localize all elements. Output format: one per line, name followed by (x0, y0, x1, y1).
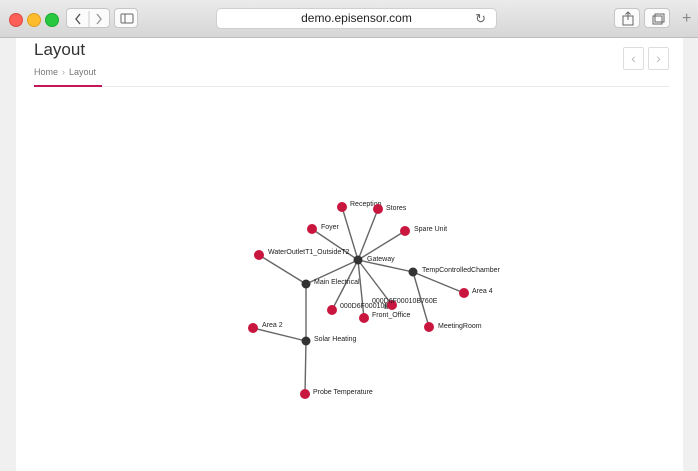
graph-node-label-water-outlet: WaterOutletT1_OutsideT2 (268, 249, 350, 256)
graph-edge-temp-chamber-area4 (412, 271, 465, 294)
graph-edge-solar-heating-probe-temp (304, 340, 307, 395)
graph-node-label-spare-unit: Spare Unit (414, 226, 447, 233)
graph-node-gateway[interactable] (353, 255, 363, 265)
graph-node-foyer[interactable] (307, 224, 317, 234)
graph-node-label-foyer: Foyer (321, 224, 340, 231)
network-graph: Gateway Main Electrical TempControlledCham… (248, 201, 500, 399)
graph-node-label-stores: Stores (386, 205, 407, 212)
graph-node-main-electrical[interactable] (301, 279, 311, 289)
graph-node-label-temp-chamber: TempControlledChamber (422, 267, 500, 274)
graph-node-spare-unit[interactable] (400, 226, 410, 236)
graph-node-stores[interactable] (373, 204, 383, 214)
graph-edge-gateway-stores (357, 208, 379, 261)
graph-node-label-area2: Area 2 (262, 322, 283, 329)
graph-node-label-probe-temp: Probe Temperature (313, 389, 373, 396)
graph-node-label-meeting-room: MeetingRoom (438, 323, 482, 330)
graph-node-solar-heating[interactable] (301, 336, 311, 346)
graph-node-label-area4: Area 4 (472, 288, 493, 295)
graph-edge-main-electrical-water-outlet (258, 254, 307, 285)
graph-node-label-front-office: Front_Office (372, 312, 410, 319)
graph-node-probe-temp[interactable] (300, 389, 310, 399)
graph-node-water-outlet[interactable] (254, 250, 264, 260)
graph-edge-solar-heating-area2 (252, 327, 307, 342)
graph-node-label-gateway: Gateway (367, 256, 395, 263)
graph-node-label-main-electrical: Main Electrical (314, 279, 360, 286)
graph-node-reception[interactable] (337, 202, 347, 212)
graph-node-meeting-room[interactable] (424, 322, 434, 332)
graph-node-dev1[interactable] (327, 305, 337, 315)
graph-node-label-solar-heating: Solar Heating (314, 336, 357, 343)
graph-node-area4[interactable] (459, 288, 469, 298)
graph-node-area2[interactable] (248, 323, 258, 333)
graph-node-label-dev2: 000D6F00010B760E (372, 298, 438, 305)
graph-node-temp-chamber[interactable] (408, 267, 418, 277)
graph-node-front-office[interactable] (359, 313, 369, 323)
